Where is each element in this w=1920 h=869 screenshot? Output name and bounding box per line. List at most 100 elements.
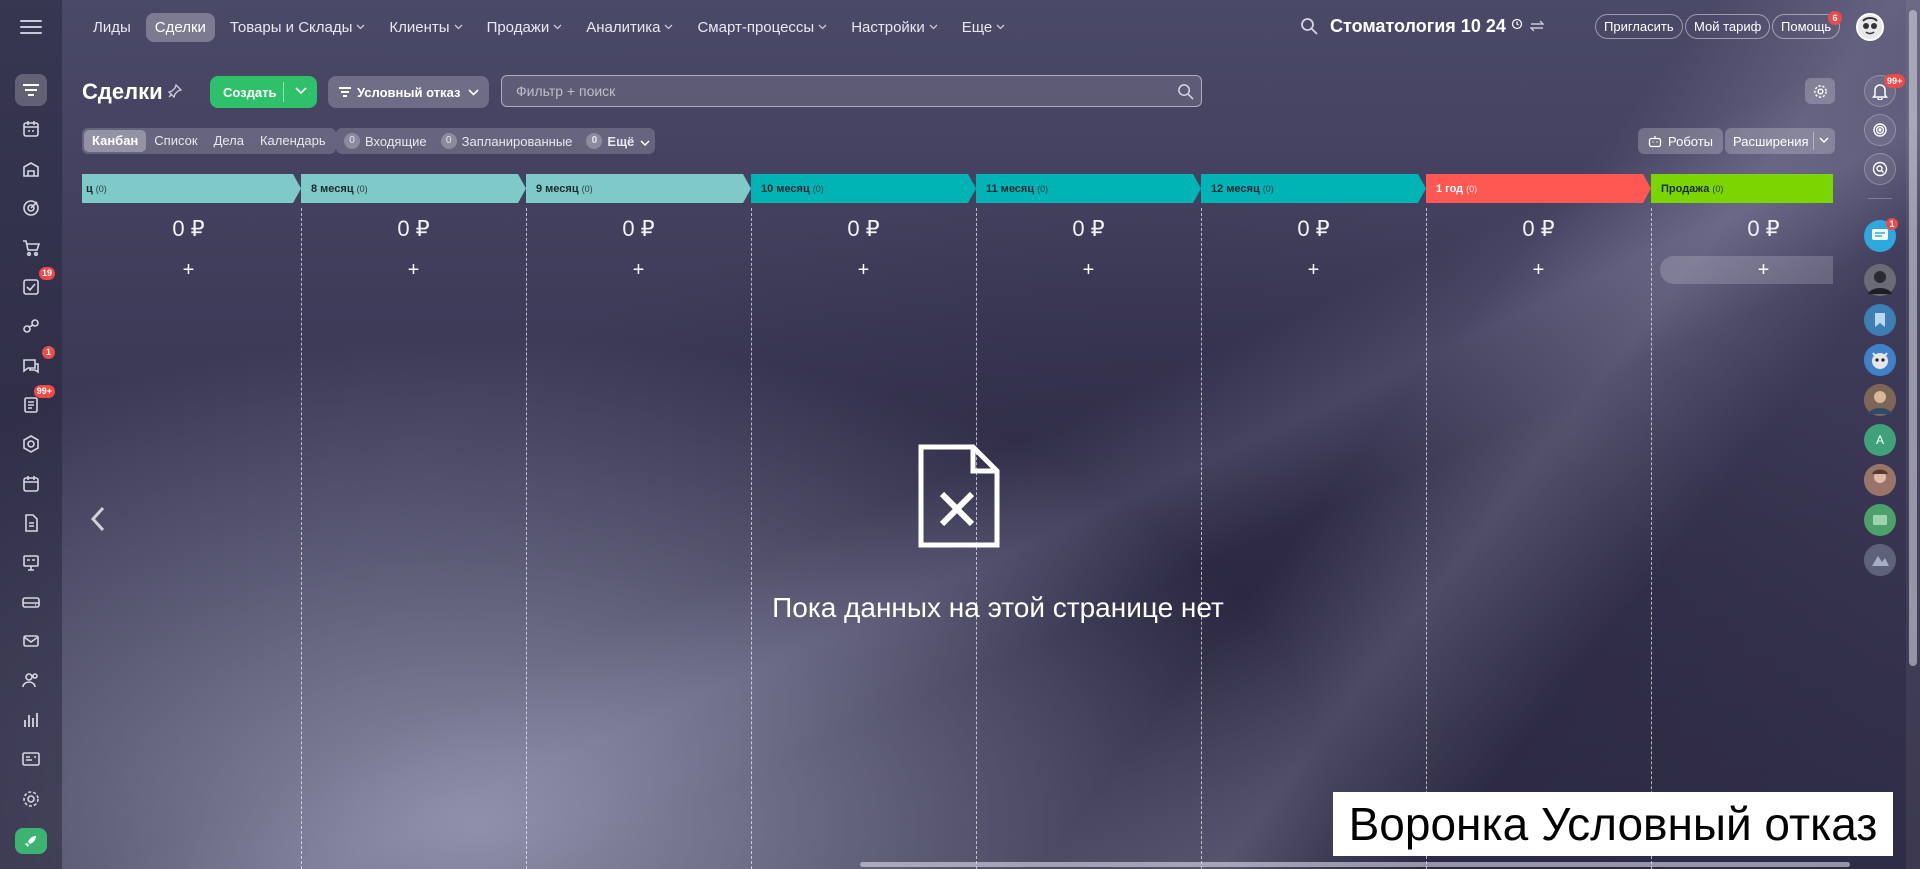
cart-icon[interactable] bbox=[15, 232, 47, 264]
mail-icon[interactable] bbox=[15, 625, 47, 657]
avatar[interactable] bbox=[1864, 384, 1896, 416]
view-tab-3[interactable]: Календарь bbox=[252, 130, 334, 152]
column-sum: 0 ₽ bbox=[622, 216, 655, 241]
nav-item-7[interactable]: Настройки bbox=[842, 13, 947, 42]
document-icon[interactable] bbox=[15, 507, 47, 539]
group-avatar-icon[interactable] bbox=[1864, 504, 1896, 536]
crm-icon[interactable] bbox=[15, 74, 47, 106]
settings-icon[interactable] bbox=[15, 783, 47, 815]
add-deal-button[interactable]: + bbox=[85, 256, 292, 284]
column-name: Продажа bbox=[1661, 182, 1710, 195]
tasks-icon[interactable]: 19 bbox=[15, 267, 55, 303]
notify-badge: 99+ bbox=[1884, 74, 1906, 88]
calendar-grid-icon[interactable] bbox=[15, 113, 47, 145]
column-header[interactable]: 12 месяц (0) bbox=[1201, 174, 1426, 203]
counter-2[interactable]: 0 Ещё bbox=[586, 133, 650, 149]
add-deal-button[interactable]: + bbox=[1210, 256, 1417, 284]
nav-item-4[interactable]: Продажи bbox=[478, 13, 572, 42]
hamburger-menu-icon[interactable] bbox=[20, 18, 42, 36]
nav-item-0[interactable]: Лиды bbox=[84, 13, 140, 42]
chevron-down-icon[interactable] bbox=[284, 86, 317, 98]
counter-0[interactable]: 0 Входящие bbox=[344, 133, 427, 149]
funnel-selector[interactable]: Условный отказ bbox=[328, 76, 489, 108]
settings-gear-button[interactable] bbox=[1805, 78, 1835, 104]
target-icon[interactable] bbox=[15, 192, 47, 224]
storage-icon[interactable] bbox=[15, 153, 47, 185]
nav-item-label: Клиенты bbox=[389, 18, 450, 36]
empty-state-message: Пока данных на этой странице нет bbox=[0, 592, 1920, 624]
search-icon[interactable] bbox=[1300, 17, 1318, 40]
chevron-down-icon bbox=[664, 22, 673, 33]
analytics-icon[interactable] bbox=[15, 704, 47, 736]
nav-item-5[interactable]: Аналитика bbox=[577, 13, 682, 42]
nav-item-1[interactable]: Сделки bbox=[145, 12, 215, 42]
chevron-down-icon[interactable] bbox=[1819, 128, 1829, 154]
flow-icon[interactable] bbox=[15, 310, 47, 342]
search-icon[interactable] bbox=[1169, 83, 1201, 100]
add-deal-button[interactable]: + bbox=[1660, 256, 1833, 284]
bookmark-avatar-icon[interactable] bbox=[1864, 304, 1896, 336]
view-tab-0[interactable]: Канбан bbox=[84, 130, 147, 152]
column-header[interactable]: 1 год (0) bbox=[1426, 174, 1651, 203]
column-header[interactable]: 11 месяц (0) bbox=[976, 174, 1201, 203]
chat-icon[interactable]: 1 bbox=[15, 346, 55, 382]
add-deal-button[interactable]: + bbox=[985, 256, 1192, 284]
column-header[interactable]: 10 месяц (0) bbox=[751, 174, 976, 203]
add-deal-button[interactable]: + bbox=[535, 256, 742, 284]
search-chat-icon[interactable] bbox=[1864, 153, 1896, 185]
rocket-icon[interactable] bbox=[15, 828, 47, 854]
add-deal-button[interactable]: + bbox=[1435, 256, 1642, 284]
column-header[interactable]: Продажа (0) bbox=[1651, 174, 1833, 203]
counter-number: 0 bbox=[586, 133, 603, 149]
vertical-scrollbar[interactable] bbox=[1906, 0, 1920, 869]
feed-icon[interactable]: 99+ bbox=[15, 385, 55, 421]
presentation-icon[interactable] bbox=[15, 547, 47, 579]
column-header[interactable]: 9 месяц (0) bbox=[526, 174, 751, 203]
horizontal-scrollbar[interactable] bbox=[860, 862, 1850, 867]
avatar[interactable] bbox=[1864, 264, 1896, 296]
nav-menu: Лиды Сделки Товары и Склады Клиенты Продажи А… bbox=[84, 12, 1020, 42]
filter-search-input[interactable] bbox=[502, 83, 1169, 99]
view-tab-1[interactable]: Список bbox=[146, 130, 205, 152]
nav-item-2[interactable]: Товары и Склады bbox=[221, 13, 375, 42]
counter-1[interactable]: 0 Запланированные bbox=[440, 133, 572, 149]
add-deal-button[interactable]: + bbox=[760, 256, 967, 284]
nav-item-8[interactable]: Еще bbox=[953, 13, 1015, 42]
swap-icon[interactable] bbox=[1529, 20, 1545, 32]
view-tab-2[interactable]: Дела bbox=[206, 130, 252, 152]
pin-icon[interactable] bbox=[167, 83, 183, 103]
column-header[interactable]: ц (0) bbox=[82, 174, 301, 203]
nav-item-3[interactable]: Клиенты bbox=[380, 13, 471, 42]
column-count: (0) bbox=[1262, 183, 1274, 194]
scroll-left-arrow-icon[interactable] bbox=[90, 505, 106, 538]
users-icon[interactable] bbox=[15, 664, 47, 696]
kanban-column: Продажа (0) 0 ₽ + bbox=[1651, 174, 1833, 869]
avatar[interactable] bbox=[1864, 544, 1896, 576]
avatar[interactable] bbox=[1864, 344, 1896, 376]
create-button[interactable]: Создать bbox=[210, 76, 317, 108]
company-name[interactable]: Стоматология 10 24 bbox=[1330, 16, 1545, 37]
column-count: (0) bbox=[1466, 183, 1478, 194]
filter-search-box[interactable] bbox=[501, 75, 1202, 107]
column-sum: 0 ₽ bbox=[847, 216, 880, 241]
extensions-button[interactable]: Расширения bbox=[1725, 128, 1835, 154]
add-deal-button[interactable]: + bbox=[310, 256, 517, 284]
column-name: 8 месяц bbox=[311, 182, 354, 195]
column-header[interactable]: 8 месяц (0) bbox=[301, 174, 526, 203]
funnel-icon bbox=[339, 87, 351, 97]
vertical-scroll-thumb[interactable] bbox=[1909, 10, 1917, 666]
calendar-icon[interactable] bbox=[15, 468, 47, 500]
avatar[interactable] bbox=[1864, 464, 1896, 496]
invite-button[interactable]: Пригласить bbox=[1595, 14, 1683, 39]
id-card-icon[interactable] bbox=[15, 743, 47, 775]
avatar-initial[interactable]: А bbox=[1864, 424, 1896, 456]
column-count: (0) bbox=[812, 183, 824, 194]
nav-item-label: Лиды bbox=[93, 18, 131, 36]
spiral-icon[interactable] bbox=[1864, 114, 1896, 146]
robots-button[interactable]: Роботы bbox=[1638, 128, 1724, 154]
my-tariff-button[interactable]: Мой тариф bbox=[1685, 14, 1771, 39]
user-avatar[interactable] bbox=[1856, 13, 1884, 41]
hexagon-icon[interactable] bbox=[15, 428, 47, 460]
nav-item-6[interactable]: Смарт-процессы bbox=[688, 13, 836, 42]
nav-item-label: Товары и Склады bbox=[229, 18, 353, 36]
